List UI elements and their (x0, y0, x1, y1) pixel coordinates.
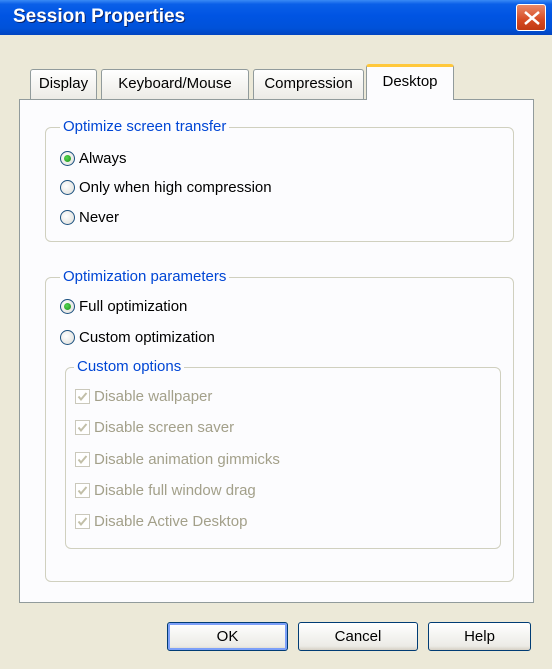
radio-button[interactable] (60, 329, 75, 345)
close-icon (524, 11, 540, 25)
disable-active-desktop-label: Disable Active Desktop (94, 512, 248, 530)
disable-wallpaper-label: Disable wallpaper (94, 387, 213, 405)
radio-never[interactable]: Never (60, 206, 119, 228)
checkbox[interactable] (75, 388, 90, 404)
tab-desktop-label: Desktop (382, 73, 438, 90)
tab-keyboard-mouse[interactable]: Keyboard/Mouse (101, 69, 249, 99)
checkmark-icon (77, 516, 88, 526)
cancel-button[interactable]: Cancel (298, 622, 418, 651)
help-button-label: Help (464, 628, 495, 645)
checkmark-icon (77, 454, 88, 464)
radio-button[interactable] (60, 209, 75, 225)
radio-always-label: Always (79, 149, 127, 167)
radio-only-when-high-compression-label: Only when high compression (79, 178, 272, 196)
checkbox[interactable] (75, 451, 90, 467)
tab-desktop[interactable]: Desktop (366, 64, 454, 100)
checkmark-icon (77, 422, 88, 432)
disable-animation-gimmicks-label: Disable animation gimmicks (94, 450, 280, 468)
disable-full-window-drag-label: Disable full window drag (94, 481, 256, 499)
checkbox[interactable] (75, 482, 90, 498)
optimization-parameters-label: Optimization parameters (60, 268, 230, 285)
radio-always[interactable]: Always (60, 147, 127, 169)
tab-compression-label: Compression (264, 75, 353, 92)
title-bar[interactable]: Session Properties (0, 0, 552, 35)
window-title: Session Properties (13, 6, 186, 27)
optimize-screen-transfer-label: Optimize screen transfer (60, 118, 230, 135)
radio-full-optimization-label: Full optimization (79, 297, 188, 315)
custom-options-group: Custom options Disable wallpaper Disable… (65, 358, 501, 549)
checkbox-disable-animation-gimmicks[interactable]: Disable animation gimmicks (75, 448, 280, 470)
radio-button[interactable] (60, 179, 75, 195)
optimize-screen-transfer-group: Optimize screen transfer Always Only whe… (45, 118, 514, 242)
radio-custom-optimization[interactable]: Custom optimization (60, 326, 215, 348)
ok-button[interactable]: OK (167, 622, 288, 651)
radio-button-selected[interactable] (60, 150, 75, 166)
checkbox-disable-full-window-drag[interactable]: Disable full window drag (75, 479, 256, 501)
radio-custom-optimization-label: Custom optimization (79, 328, 215, 346)
radio-only-when-high-compression[interactable]: Only when high compression (60, 176, 272, 198)
radio-full-optimization[interactable]: Full optimization (60, 295, 187, 317)
disable-screen-saver-label: Disable screen saver (94, 418, 235, 436)
session-properties-dialog: Session Properties Display Keyboard/Mous… (0, 0, 552, 669)
checkbox[interactable] (75, 419, 90, 435)
tab-display-label: Display (38, 75, 89, 92)
tab-compression[interactable]: Compression (253, 69, 364, 99)
desktop-tab-panel: Optimize screen transfer Always Only whe… (19, 99, 534, 603)
tab-display[interactable]: Display (30, 69, 97, 99)
checkmark-icon (77, 485, 88, 495)
radio-button-selected[interactable] (60, 298, 75, 314)
checkbox-disable-screen-saver[interactable]: Disable screen saver (75, 416, 234, 438)
tab-keyboard-mouse-label: Keyboard/Mouse (118, 75, 232, 92)
ok-button-label: OK (216, 628, 239, 645)
checkmark-icon (77, 391, 88, 401)
checkbox[interactable] (75, 513, 90, 529)
close-button[interactable] (516, 4, 546, 31)
checkbox-disable-active-desktop[interactable]: Disable Active Desktop (75, 510, 247, 532)
optimization-parameters-group: Optimization parameters Full optimizatio… (45, 268, 514, 582)
help-button[interactable]: Help (428, 622, 531, 651)
cancel-button-label: Cancel (334, 628, 382, 645)
custom-options-label: Custom options (74, 358, 185, 375)
radio-never-label: Never (79, 208, 120, 226)
checkbox-disable-wallpaper[interactable]: Disable wallpaper (75, 385, 212, 407)
